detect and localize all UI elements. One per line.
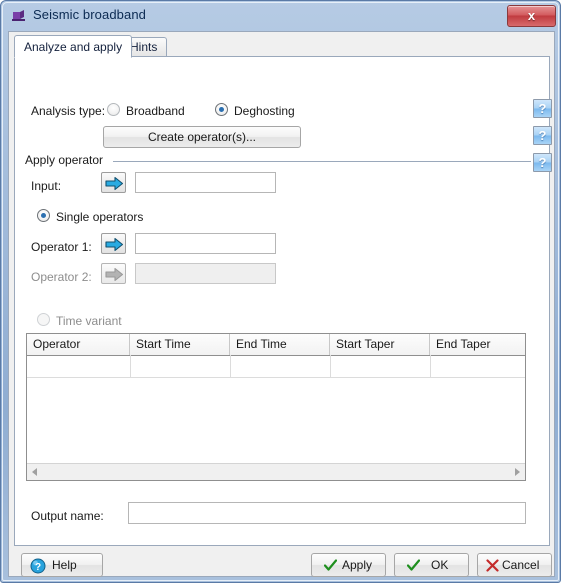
- scroll-left-button[interactable]: [27, 464, 43, 479]
- operator2-browse-button: [101, 263, 126, 284]
- column-header-start-taper[interactable]: Start Taper: [330, 334, 430, 355]
- operator1-label: Operator 1:: [31, 240, 92, 254]
- column-header-start-time[interactable]: Start Time: [130, 334, 230, 355]
- operator2-field: [135, 263, 276, 284]
- output-name-field[interactable]: [128, 502, 526, 524]
- cancel-button-label: Cancel: [502, 558, 540, 572]
- create-operators-label: Create operator(s)...: [147, 130, 257, 144]
- radio-time-variant[interactable]: [37, 313, 50, 326]
- analysis-type-label: Analysis type:: [31, 104, 106, 118]
- radio-deghosting-label: Deghosting: [234, 104, 295, 118]
- radio-broadband-label: Broadband: [126, 104, 185, 118]
- help-create-button[interactable]: ?: [533, 126, 552, 145]
- tab-strip: Analyze and apply Hints: [14, 35, 550, 58]
- check-icon: [323, 559, 338, 575]
- title-bar[interactable]: Seismic broadband x: [3, 3, 560, 29]
- scroll-right-button[interactable]: [509, 464, 525, 479]
- radio-dot: [219, 107, 224, 112]
- close-icon: x: [527, 8, 536, 23]
- scrollbar-track[interactable]: [43, 464, 509, 479]
- blue-arrow-icon: [105, 237, 124, 252]
- help-icon: ?: [538, 101, 547, 116]
- ok-button-label: OK: [431, 558, 449, 572]
- column-header-end-taper[interactable]: End Taper: [430, 334, 525, 355]
- table-header-row: Operator Start Time End Time Start Taper…: [27, 334, 525, 356]
- output-name-label: Output name:: [31, 509, 104, 523]
- cross-icon: [486, 559, 499, 575]
- create-operators-button[interactable]: Create operator(s)...: [103, 126, 301, 148]
- blue-arrow-icon: [105, 176, 124, 191]
- radio-deghosting[interactable]: [215, 103, 228, 116]
- column-header-operator[interactable]: Operator: [27, 334, 130, 355]
- horizontal-scrollbar[interactable]: [27, 463, 525, 480]
- help-icon: ?: [538, 155, 547, 170]
- help-analysis-button[interactable]: ?: [533, 99, 552, 118]
- help-icon: ?: [538, 128, 547, 143]
- cancel-button[interactable]: Cancel: [477, 553, 552, 577]
- apply-button-label: Apply: [342, 558, 373, 572]
- apply-operator-group-title: Apply operator: [25, 153, 104, 167]
- group-divider: [113, 161, 531, 162]
- ok-button[interactable]: OK: [394, 553, 469, 577]
- column-divider: [330, 355, 331, 378]
- column-divider: [430, 355, 431, 378]
- operator1-field[interactable]: [135, 233, 276, 254]
- question-circle-icon: ?: [30, 558, 46, 577]
- input-field[interactable]: [135, 172, 276, 193]
- operators-table[interactable]: Operator Start Time End Time Start Taper…: [26, 333, 526, 481]
- radio-time-variant-label: Time variant: [56, 314, 122, 328]
- input-label: Input:: [31, 179, 62, 193]
- radio-broadband[interactable]: [107, 103, 120, 116]
- window-title: Seismic broadband: [33, 7, 146, 22]
- help-button[interactable]: ? Help: [21, 553, 103, 577]
- tab-label: Hints: [130, 40, 158, 54]
- dialog-window: Seismic broadband x Analyze and apply Hi…: [0, 0, 561, 583]
- column-divider: [130, 355, 131, 378]
- dialog-client-area: Analyze and apply Hints Analysis type: B…: [8, 31, 555, 577]
- input-browse-button[interactable]: [101, 172, 126, 193]
- scroll-left-icon: [32, 468, 37, 476]
- help-apply-button[interactable]: ?: [533, 153, 552, 172]
- radio-single-operators[interactable]: [37, 209, 50, 222]
- scroll-right-icon: [515, 468, 520, 476]
- check-icon: [406, 559, 421, 575]
- tab-label: Analyze and apply: [24, 40, 123, 54]
- tab-analyze-and-apply[interactable]: Analyze and apply: [14, 35, 133, 58]
- apply-button[interactable]: Apply: [311, 553, 386, 577]
- column-header-end-time[interactable]: End Time: [230, 334, 330, 355]
- help-button-label: Help: [52, 558, 77, 572]
- svg-text:?: ?: [35, 562, 41, 573]
- close-button[interactable]: x: [507, 5, 556, 27]
- tab-page-analyze-and-apply: Analysis type: Broadband Deghosting Crea…: [14, 56, 552, 546]
- radio-dot: [41, 213, 46, 218]
- row-divider: [27, 377, 525, 378]
- column-divider: [230, 355, 231, 378]
- grey-arrow-icon: [105, 267, 124, 282]
- operator2-label: Operator 2:: [31, 270, 92, 284]
- app-icon: [11, 8, 27, 24]
- operator1-browse-button[interactable]: [101, 233, 126, 254]
- radio-single-operators-label: Single operators: [56, 210, 144, 224]
